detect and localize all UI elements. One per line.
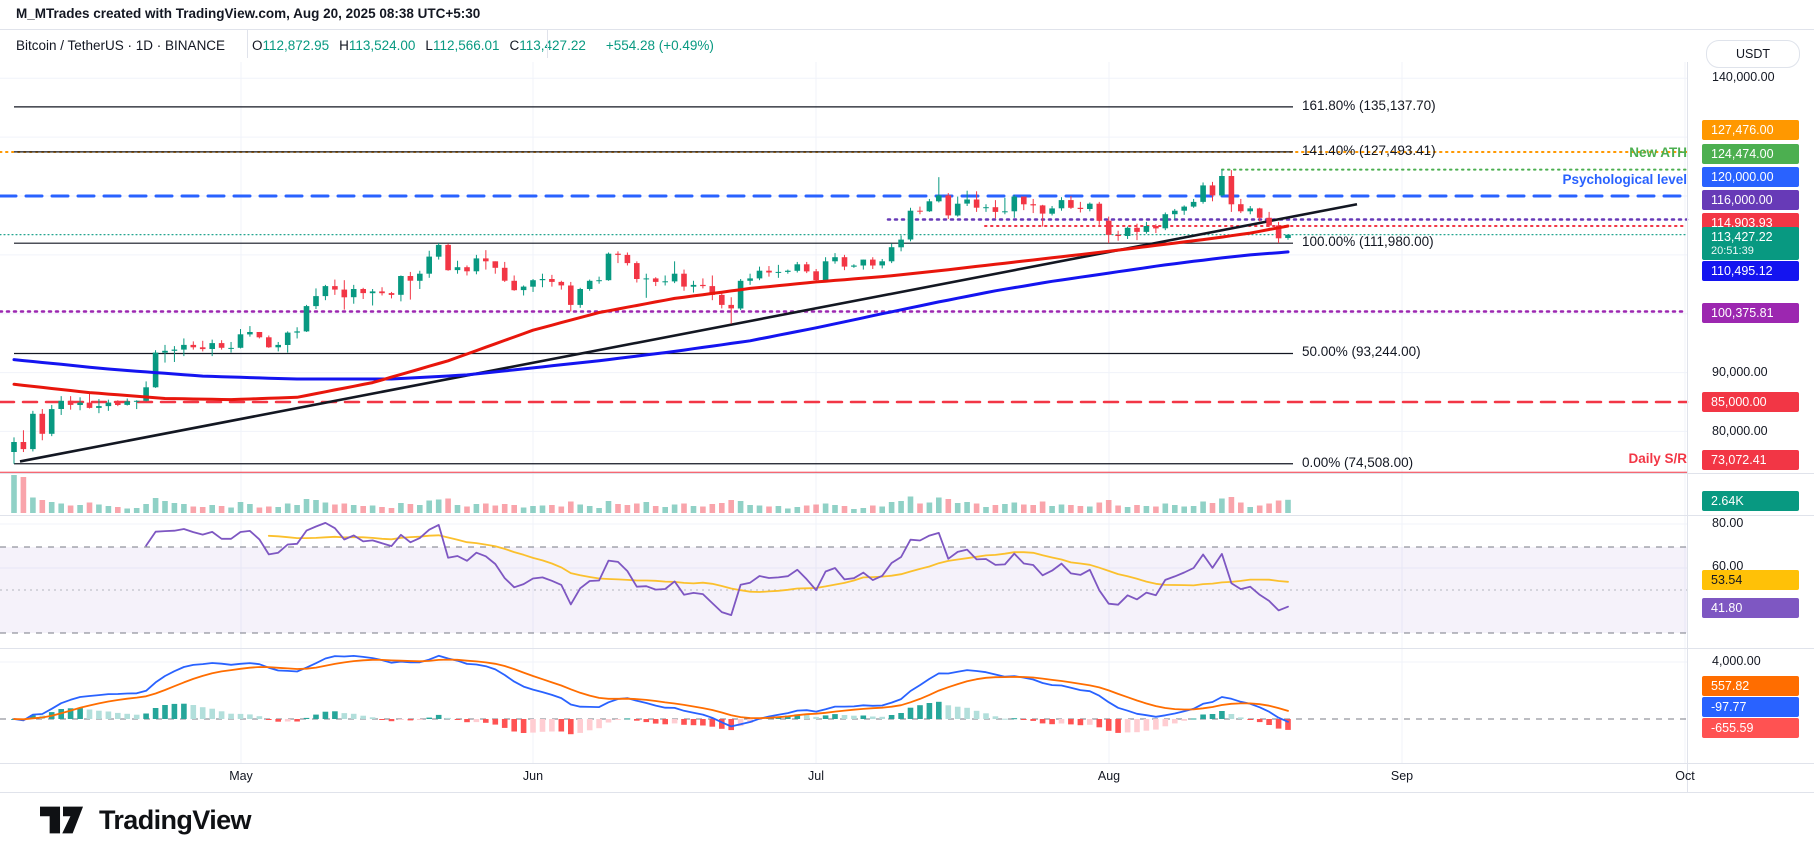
tradingview-logo-icon — [40, 806, 84, 834]
tradingview-logo[interactable]: TradingView — [40, 802, 252, 838]
tradingview-logo-text: TradingView — [99, 804, 252, 835]
currency-unit-button[interactable]: USDT — [1706, 40, 1800, 68]
chart-canvas[interactable] — [0, 0, 1814, 867]
